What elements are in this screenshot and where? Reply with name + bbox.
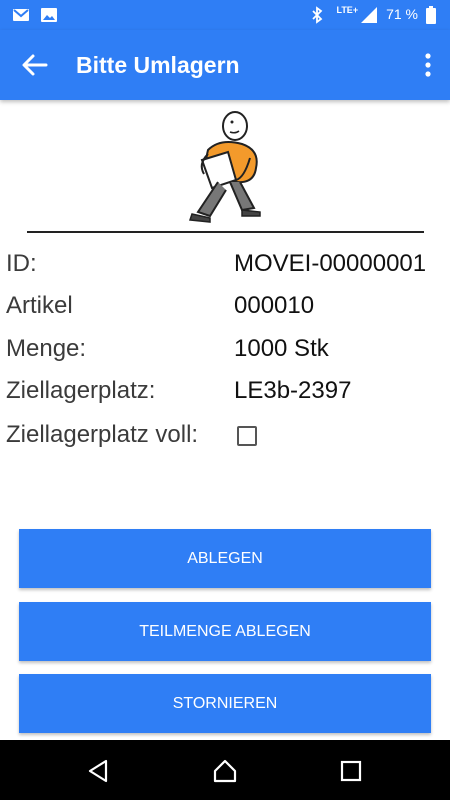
id-label: ID: xyxy=(6,250,37,277)
row-ziellagerplatz-voll: Ziellagerplatz voll: xyxy=(6,421,446,461)
menge-label: Menge: xyxy=(6,335,87,362)
carrying-person-illustration xyxy=(180,108,270,226)
app-bar: Bitte Umlagern xyxy=(0,30,450,100)
menge-value: 1000 Stk xyxy=(234,335,329,362)
gmail-icon xyxy=(12,7,30,23)
ziellagerplatz-value: LE3b-2397 xyxy=(234,377,352,404)
divider xyxy=(27,231,424,233)
ziellagerplatz-voll-checkbox[interactable] xyxy=(237,426,257,446)
artikel-label: Artikel xyxy=(6,292,73,319)
home-nav-icon[interactable] xyxy=(212,758,238,784)
navigation-bar xyxy=(0,740,450,800)
back-arrow-icon[interactable] xyxy=(20,50,50,80)
recents-nav-icon[interactable] xyxy=(338,758,364,784)
status-bar: LTE+ 71 % xyxy=(0,0,450,30)
row-id: ID: MOVEI-00000001 xyxy=(6,250,446,290)
battery-icon xyxy=(426,6,436,24)
row-artikel: Artikel 000010 xyxy=(6,292,446,332)
id-value: MOVEI-00000001 xyxy=(234,250,427,277)
teilmenge-ablegen-button[interactable]: TEILMENGE ABLEGEN xyxy=(19,602,431,661)
ziellagerplatz-voll-label: Ziellagerplatz voll: xyxy=(6,421,199,448)
ziellagerplatz-label: Ziellagerplatz: xyxy=(6,377,156,404)
battery-percent: 71 % xyxy=(386,6,418,22)
stornieren-button[interactable]: STORNIEREN xyxy=(19,674,431,733)
signal-icon xyxy=(360,6,378,23)
image-icon xyxy=(40,7,58,23)
row-ziellagerplatz: Ziellagerplatz: LE3b-2397 xyxy=(6,377,446,417)
ablegen-button[interactable]: ABLEGEN xyxy=(19,529,431,588)
bluetooth-icon xyxy=(310,6,328,24)
more-vert-icon[interactable] xyxy=(420,50,436,80)
network-type: LTE+ xyxy=(336,5,359,15)
artikel-value: 000010 xyxy=(234,292,315,319)
row-menge: Menge: 1000 Stk xyxy=(6,335,446,375)
back-nav-icon[interactable] xyxy=(86,758,112,784)
page-title: Bitte Umlagern xyxy=(76,52,240,78)
